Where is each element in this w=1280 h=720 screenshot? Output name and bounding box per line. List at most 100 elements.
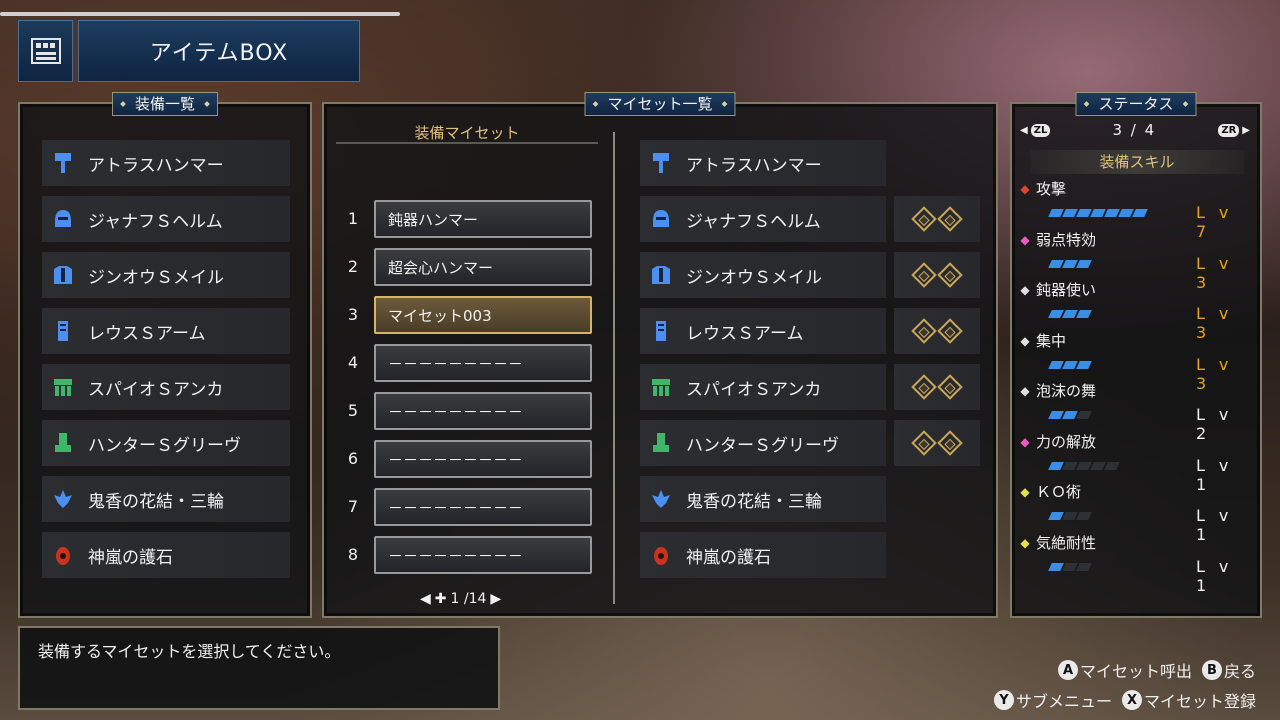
controls-row-1: A マイセット呼出 B 戻る bbox=[1057, 658, 1256, 682]
petalace-icon bbox=[48, 484, 78, 514]
status-next[interactable]: ZR ▶ bbox=[1218, 123, 1250, 137]
myset-preview-item: レウスＳアーム bbox=[640, 308, 886, 354]
skill-level: Lv 3 bbox=[1196, 304, 1243, 342]
myset-preview-label: スパイオＳアンカ bbox=[686, 379, 822, 400]
arm-icon bbox=[48, 316, 78, 346]
decoration-slot-icon bbox=[911, 430, 937, 456]
status-page: 3 / 4 bbox=[1112, 121, 1157, 139]
decoration-slots bbox=[894, 308, 980, 354]
skill-name: 力の解放 bbox=[1036, 432, 1097, 451]
myset-slot[interactable]: －－－－－－－－－ bbox=[374, 488, 592, 526]
title-rod bbox=[0, 12, 400, 16]
decoration-slots bbox=[894, 196, 980, 242]
myset-slot-number: 4 bbox=[347, 353, 359, 372]
equipment-item-label: 神嵐の護石 bbox=[88, 547, 173, 568]
pager-right-icon: ▶ bbox=[490, 591, 502, 607]
myset-slot[interactable]: －－－－－－－－－ bbox=[374, 440, 592, 478]
b-button-icon: B bbox=[1201, 660, 1222, 680]
skill-icon: ◆ bbox=[1020, 384, 1030, 398]
myset-slot-number: 2 bbox=[347, 257, 359, 276]
status-next-arrow-icon: ▶ bbox=[1242, 124, 1250, 136]
pager-text: 1 /14 bbox=[450, 591, 487, 607]
y-button-label: サブメニュー bbox=[1015, 692, 1112, 711]
skill-icon: ◆ bbox=[1020, 485, 1030, 499]
dpad-icon: ✚ bbox=[434, 591, 447, 607]
equipment-item-label: ジャナフＳヘルム bbox=[88, 211, 223, 232]
skill-level: Lv 2 bbox=[1196, 405, 1243, 443]
legs-icon bbox=[48, 428, 78, 458]
myset-slot-label: －－－－－－－－－ bbox=[388, 450, 524, 469]
skill-level: Lv 1 bbox=[1196, 455, 1243, 494]
myset-slot[interactable]: 鈍器ハンマー bbox=[374, 200, 592, 238]
y-button-icon: Y bbox=[993, 690, 1014, 710]
myset-slot[interactable]: －－－－－－－－－ bbox=[374, 536, 592, 574]
myset-slot[interactable]: マイセット003 bbox=[374, 296, 592, 334]
equipment-item[interactable]: アトラスハンマー bbox=[42, 140, 290, 186]
myset-preview-item: アトラスハンマー bbox=[640, 140, 886, 186]
zr-button-icon: ZR bbox=[1218, 123, 1240, 137]
myset-preview-item: スパイオＳアンカ bbox=[640, 364, 886, 410]
decoration-slot-icon bbox=[937, 430, 963, 456]
legs-icon bbox=[646, 428, 676, 458]
myset-slot[interactable]: 超会心ハンマー bbox=[374, 248, 592, 286]
decoration-slots bbox=[894, 252, 980, 298]
myset-pager[interactable]: ◀ ✚ 1 /14 ▶ bbox=[420, 590, 520, 608]
equipment-item[interactable]: 鬼香の花結・三輪 bbox=[42, 476, 290, 522]
skill-name: 鈍器使い bbox=[1036, 281, 1097, 299]
hammer-icon bbox=[646, 148, 676, 178]
equipment-item[interactable]: ハンターＳグリーヴ bbox=[42, 420, 290, 466]
myset-slot-label: －－－－－－－－－ bbox=[388, 402, 524, 421]
myset-slot[interactable]: －－－－－－－－－ bbox=[374, 344, 592, 382]
skill-name: 気絶耐性 bbox=[1036, 533, 1097, 552]
myset-preview-label: 神嵐の護石 bbox=[686, 547, 771, 568]
decoration-slot-icon bbox=[911, 206, 937, 232]
skill-level: Lv 1 bbox=[1196, 556, 1243, 595]
equipment-item-label: 鬼香の花結・三輪 bbox=[88, 491, 224, 512]
pager-left-icon: ◀ bbox=[420, 591, 431, 607]
b-button[interactable]: B 戻る bbox=[1201, 658, 1256, 682]
myset-slot-label: －－－－－－－－－ bbox=[388, 354, 524, 373]
skill-level: Lv 3 bbox=[1196, 253, 1243, 292]
equipment-item[interactable]: スパイオＳアンカ bbox=[42, 364, 290, 410]
myset-slot-number: 8 bbox=[347, 545, 359, 564]
myset-preview-item: 鬼香の花結・三輪 bbox=[640, 476, 886, 522]
decoration-slot-icon bbox=[911, 262, 937, 288]
skill-name: 泡沫の舞 bbox=[1036, 382, 1097, 400]
myset-slot-number: 3 bbox=[347, 305, 359, 324]
skill-icon: ◆ bbox=[1020, 182, 1030, 196]
equipment-item[interactable]: ジャナフＳヘルム bbox=[42, 196, 290, 242]
skill-icon: ◆ bbox=[1020, 535, 1030, 550]
myset-preview-item: ジンオウＳメイル bbox=[640, 252, 886, 298]
decoration-slot-icon bbox=[937, 374, 963, 400]
equipment-item[interactable]: 神嵐の護石 bbox=[42, 532, 290, 578]
equipment-item[interactable]: レウスＳアーム bbox=[42, 308, 290, 354]
y-button[interactable]: Y サブメニュー bbox=[993, 688, 1112, 712]
status-prev[interactable]: ◀ ZL bbox=[1020, 123, 1051, 137]
skill-level: Lv 3 bbox=[1196, 354, 1243, 393]
helm-icon bbox=[646, 204, 676, 234]
myset-preview-label: ハンターＳグリーヴ bbox=[686, 435, 839, 456]
helm-icon bbox=[48, 204, 78, 234]
skill-level-bar bbox=[1048, 259, 1092, 268]
a-button-icon: A bbox=[1057, 660, 1078, 680]
myset-slot-number: 7 bbox=[347, 497, 359, 516]
decoration-slot-icon bbox=[937, 206, 963, 232]
talisman-icon bbox=[48, 540, 78, 570]
equipment-item[interactable]: ジンオウＳメイル bbox=[42, 252, 290, 298]
myset-slot-label: マイセット003 bbox=[388, 306, 492, 325]
waist-icon bbox=[48, 372, 78, 402]
skill-name: 弱点特効 bbox=[1036, 230, 1097, 249]
skills-heading: 装備スキル bbox=[1030, 150, 1244, 174]
myset-slot-label: 超会心ハンマー bbox=[388, 258, 494, 277]
myset-preview-item: ハンターＳグリーヴ bbox=[640, 420, 886, 466]
myset-preview-label: レウスＳアーム bbox=[686, 323, 804, 344]
myset-slot-label: －－－－－－－－－ bbox=[388, 498, 524, 517]
skill-level-bar bbox=[1048, 310, 1092, 318]
myset-slot[interactable]: －－－－－－－－－ bbox=[374, 392, 592, 430]
skill-name: 攻撃 bbox=[1036, 180, 1067, 198]
a-button[interactable]: A マイセット呼出 bbox=[1057, 658, 1192, 682]
hammer-icon bbox=[48, 148, 78, 178]
x-button[interactable]: X マイセット登録 bbox=[1121, 688, 1256, 712]
myset-subheading: 装備マイセット bbox=[336, 122, 598, 144]
decoration-slot-icon bbox=[911, 374, 937, 400]
